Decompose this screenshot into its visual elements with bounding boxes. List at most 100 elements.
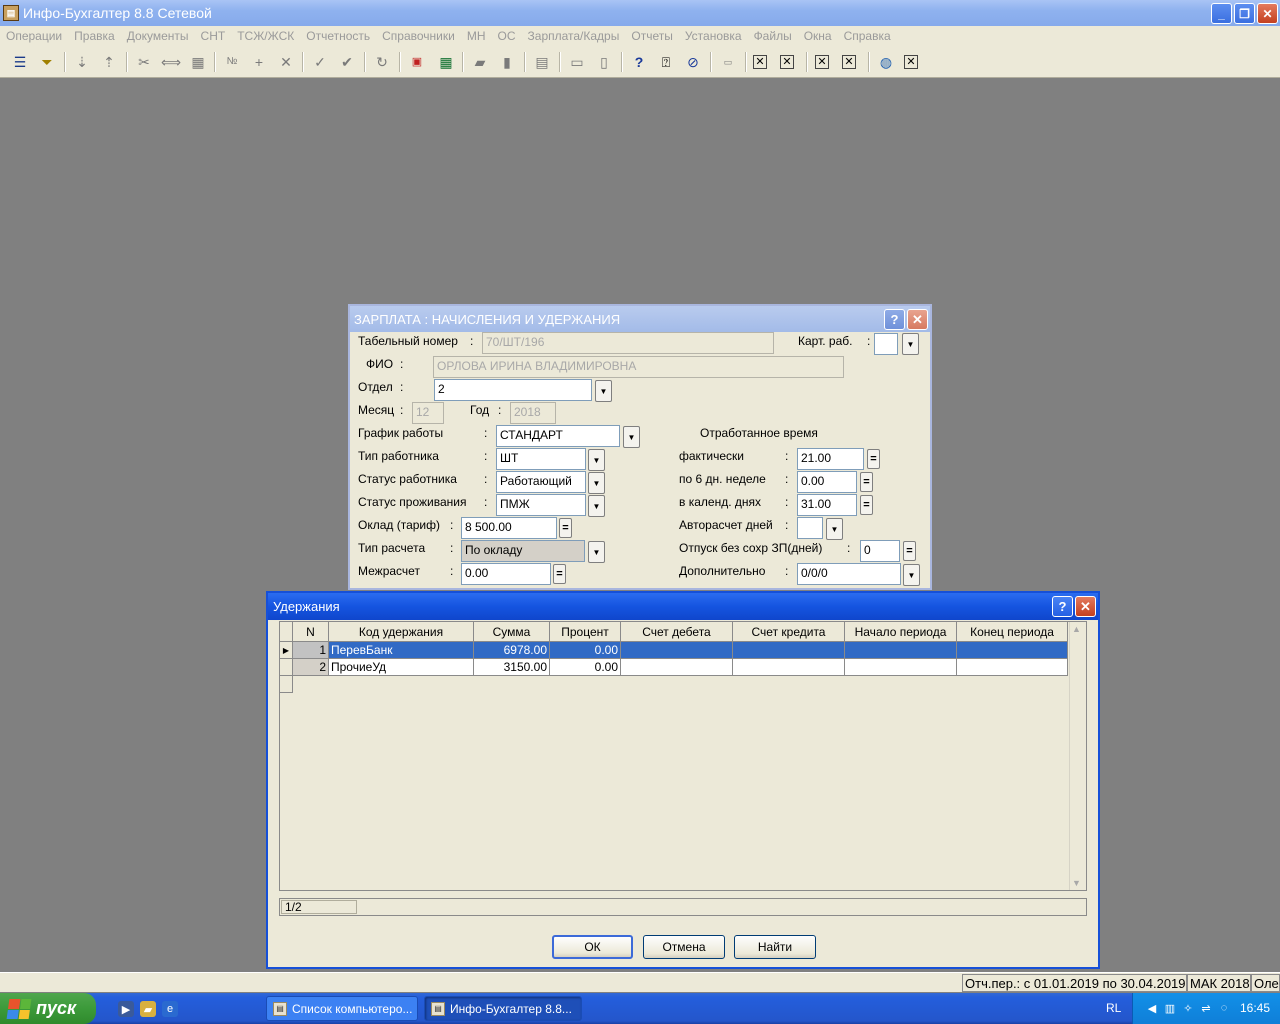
export-icon[interactable]: ▭ xyxy=(718,52,738,72)
close-app-button[interactable]: ✕ xyxy=(1257,3,1278,24)
list-icon[interactable]: ☰ xyxy=(10,52,30,72)
menu-snt[interactable]: СНТ xyxy=(195,29,232,43)
chevron-down-icon[interactable]: ▼ xyxy=(588,472,605,494)
deductions-dialog-titlebar[interactable]: Удержания xyxy=(268,593,1098,620)
actual-field[interactable]: 21.00 xyxy=(797,448,864,470)
chevron-down-icon[interactable]: ▼ xyxy=(595,380,612,402)
cell-percent[interactable]: 0.00 xyxy=(550,659,621,676)
help-button[interactable]: ? xyxy=(1052,596,1073,617)
menu-windows[interactable]: Окна xyxy=(798,29,838,43)
menu-reporting[interactable]: Отчетность xyxy=(300,29,376,43)
scroll-up-icon[interactable]: ▲ xyxy=(1072,624,1081,634)
context-help-icon[interactable]: ⍰ xyxy=(656,52,676,72)
cell-n[interactable]: 2 xyxy=(293,659,329,676)
language-indicator[interactable]: RL xyxy=(1106,1001,1121,1015)
column-header-debit[interactable]: Счет дебета xyxy=(621,622,733,642)
mark-all-icon[interactable]: ✔ xyxy=(337,52,357,72)
menu-files[interactable]: Файлы xyxy=(748,29,798,43)
report-icon[interactable]: ▤ xyxy=(532,52,552,72)
cell-n[interactable]: 1 xyxy=(293,642,329,659)
menu-os[interactable]: ОС xyxy=(492,29,522,43)
numbering-icon[interactable]: № xyxy=(222,52,242,72)
worker-type-field[interactable]: ШТ xyxy=(496,448,586,470)
mark-icon[interactable]: ✓ xyxy=(310,52,330,72)
cell-credit[interactable] xyxy=(733,659,845,676)
menu-settings[interactable]: Установка xyxy=(679,29,748,43)
vertical-scrollbar[interactable]: ▲ ▼ xyxy=(1069,622,1086,890)
cell-code[interactable]: ПеревБанк xyxy=(329,642,474,659)
cell-end[interactable] xyxy=(957,659,1068,676)
fio-field[interactable]: ОРЛОВА ИРИНА ВЛАДИМИРОВНА xyxy=(433,356,844,378)
close-dialog-button[interactable]: ✕ xyxy=(1075,596,1096,617)
compass-icon[interactable]: ⊘ xyxy=(683,52,703,72)
sort-desc-icon[interactable]: ⇡ xyxy=(99,52,119,72)
menu-reports[interactable]: Отчеты xyxy=(625,29,678,43)
globe-icon[interactable]: ◍ xyxy=(876,52,896,72)
cell-debit[interactable] xyxy=(621,659,733,676)
sort-asc-icon[interactable]: ⇣ xyxy=(72,52,92,72)
add-icon[interactable]: + xyxy=(249,52,269,72)
cell-start[interactable] xyxy=(845,642,957,659)
column-header-end[interactable]: Конец периода xyxy=(957,622,1068,642)
equals-icon[interactable]: = xyxy=(860,495,873,515)
media-player-icon[interactable]: ▶ xyxy=(118,1001,134,1017)
menu-tszh[interactable]: ТСЖ/ЖСК xyxy=(231,29,300,43)
close-x-icon[interactable]: ✕ xyxy=(842,55,856,69)
equals-icon[interactable]: = xyxy=(860,472,873,492)
delete-icon[interactable]: ✕ xyxy=(276,52,296,72)
column-header-sum[interactable]: Сумма xyxy=(474,622,550,642)
equals-icon[interactable]: = xyxy=(553,564,566,584)
autocalc-field[interactable] xyxy=(797,517,823,539)
print-icon[interactable]: ▭ xyxy=(567,52,587,72)
cell-debit[interactable] xyxy=(621,642,733,659)
cut-icon[interactable]: ✂ xyxy=(134,52,154,72)
chevron-down-icon[interactable]: ▼ xyxy=(623,426,640,448)
tools-icon[interactable]: ✧ xyxy=(1181,1001,1195,1015)
safely-remove-icon[interactable]: ⇌ xyxy=(1199,1001,1213,1015)
split-icon[interactable]: ⟺ xyxy=(161,52,181,72)
task-computer-list[interactable]: ▤ Список компьютеро... xyxy=(266,996,418,1021)
equals-icon[interactable]: = xyxy=(559,518,572,538)
close-x-icon[interactable]: ✕ xyxy=(904,55,918,69)
equals-icon[interactable]: = xyxy=(903,541,916,561)
network-icon[interactable]: ▥ xyxy=(1163,1001,1177,1015)
menu-edit[interactable]: Правка xyxy=(68,29,121,43)
minimize-button[interactable]: _ xyxy=(1211,3,1232,24)
menu-references[interactable]: Справочники xyxy=(376,29,461,43)
worker-status-field[interactable]: Работающий xyxy=(496,471,586,493)
year-field[interactable]: 2018 xyxy=(510,402,556,424)
menu-mn[interactable]: МН xyxy=(461,29,492,43)
salary-dialog-titlebar[interactable]: ЗАРПЛАТА : НАЧИСЛЕНИЯ И УДЕРЖАНИЯ xyxy=(350,306,930,332)
chevron-down-icon[interactable]: ▼ xyxy=(903,564,920,586)
volume-icon[interactable]: ◀ xyxy=(1145,1001,1159,1015)
start-button[interactable]: пуск xyxy=(0,993,96,1024)
salary-field[interactable]: 8 500.00 xyxy=(461,517,557,539)
pdf-icon[interactable]: ▣ xyxy=(407,52,427,72)
cell-credit[interactable] xyxy=(733,642,845,659)
month-field[interactable]: 12 xyxy=(412,402,444,424)
cancel-button[interactable]: Отмена xyxy=(643,935,725,959)
column-header-n[interactable]: N xyxy=(293,622,329,642)
chevron-down-icon[interactable]: ▼ xyxy=(588,541,605,563)
cell-start[interactable] xyxy=(845,659,957,676)
calendar-field[interactable]: 31.00 xyxy=(797,494,857,516)
help-button[interactable]: ? xyxy=(884,309,905,330)
app-book-icon[interactable]: ▤ xyxy=(3,5,19,21)
paste-icon[interactable]: ▦ xyxy=(188,52,208,72)
restore-button[interactable]: ❐ xyxy=(1234,3,1255,24)
cell-code[interactable]: ПрочиеУд xyxy=(329,659,474,676)
deductions-grid[interactable]: N Код удержания Сумма Процент Счет дебет… xyxy=(279,621,1087,891)
column-header-code[interactable]: Код удержания xyxy=(329,622,474,642)
close-x-icon[interactable]: ✕ xyxy=(780,55,794,69)
refresh-icon[interactable]: ↻ xyxy=(372,52,392,72)
additional-field[interactable]: 0/0/0 xyxy=(797,563,901,585)
cell-percent[interactable]: 0.00 xyxy=(550,642,621,659)
help-icon[interactable]: ? xyxy=(629,52,649,72)
open-folder-icon[interactable]: ▰ xyxy=(470,52,490,72)
save-icon[interactable]: ▮ xyxy=(497,52,517,72)
menu-salary[interactable]: Зарплата/Кадры xyxy=(522,29,626,43)
card-field[interactable] xyxy=(874,333,898,355)
new-row[interactable] xyxy=(280,676,293,693)
browser-icon[interactable]: e xyxy=(162,1001,178,1017)
column-header-credit[interactable]: Счет кредита xyxy=(733,622,845,642)
